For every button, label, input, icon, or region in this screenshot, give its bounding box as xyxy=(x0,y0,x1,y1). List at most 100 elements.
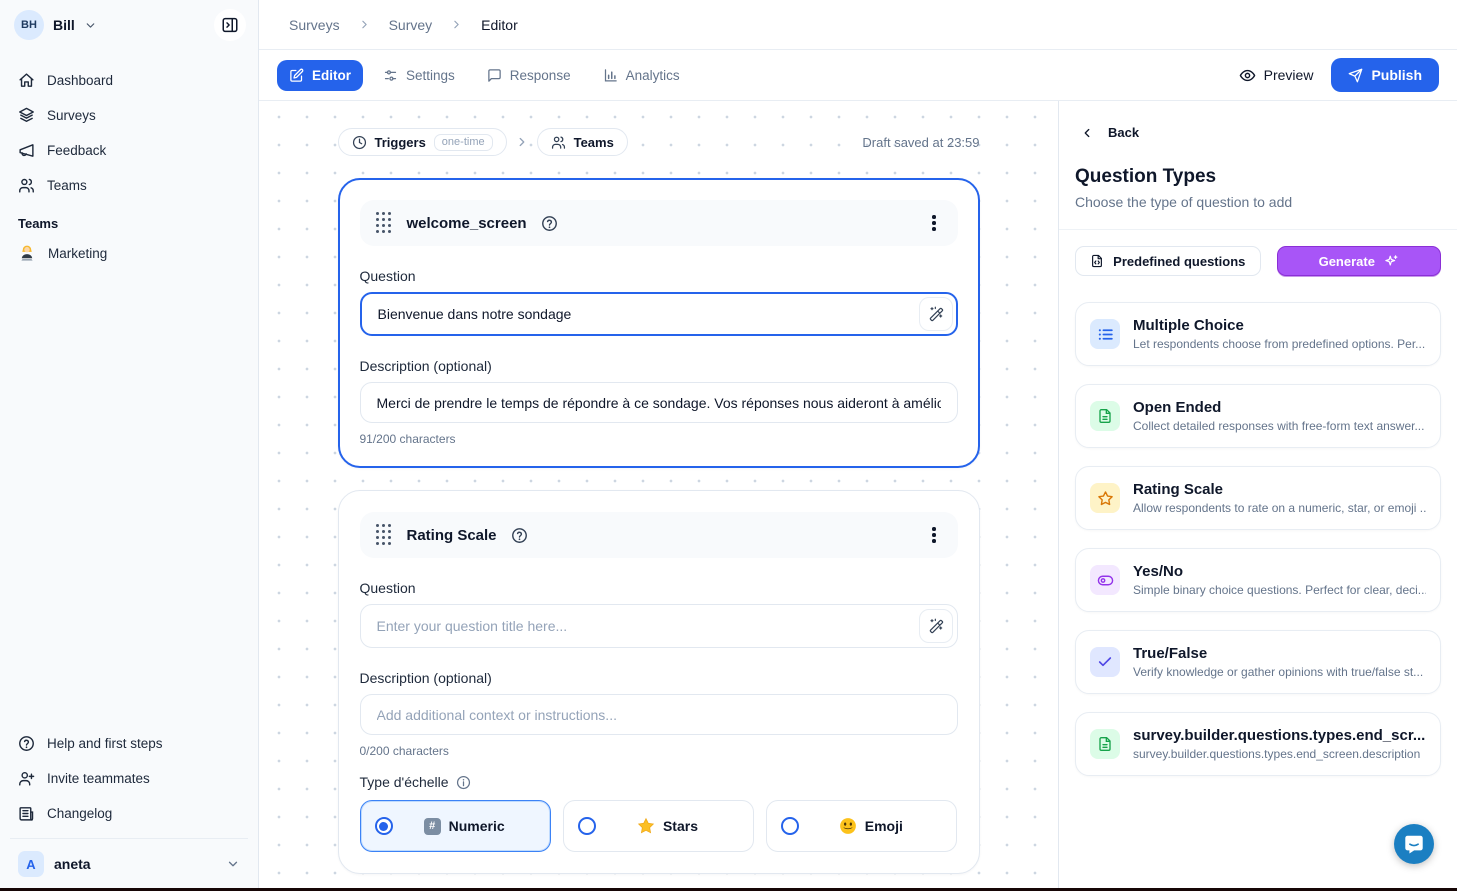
scale-option-numeric[interactable]: # Numeric xyxy=(360,800,551,852)
question-type-description: Verify knowledge or gather opinions with… xyxy=(1133,665,1423,679)
tab-label: Response xyxy=(510,68,571,83)
sidebar-item-teams[interactable]: Teams xyxy=(10,169,248,202)
card-menu-button[interactable] xyxy=(926,209,942,237)
newspaper-icon xyxy=(18,805,35,822)
help-circle-icon[interactable] xyxy=(541,215,558,232)
help-circle-icon xyxy=(18,735,35,752)
question-type-title: Rating Scale xyxy=(1133,481,1426,498)
sidebar-item-changelog[interactable]: Changelog xyxy=(10,797,248,830)
ai-rewrite-button[interactable] xyxy=(919,609,953,643)
sliders-icon xyxy=(383,68,398,83)
workspace-switcher[interactable]: BH Bill xyxy=(0,0,258,50)
help-circle-icon[interactable] xyxy=(511,527,528,544)
predefined-questions-button[interactable]: Predefined questions xyxy=(1075,246,1261,276)
question-type-true-false[interactable]: True/False Verify knowledge or gather op… xyxy=(1075,630,1441,694)
drag-handle-icon[interactable] xyxy=(376,524,393,547)
breadcrumb-editor: Editor xyxy=(481,17,518,33)
question-type-title: Open Ended xyxy=(1133,399,1424,416)
workspace-avatar: BH xyxy=(14,10,44,40)
question-type-title: survey.builder.questions.types.end_scr..… xyxy=(1133,727,1425,744)
drag-handle-icon[interactable] xyxy=(376,212,393,235)
main-column: Surveys Survey Editor Editor Settings Re… xyxy=(259,0,1457,891)
question-type-description: Allow respondents to rate on a numeric, … xyxy=(1133,501,1426,515)
question-type-description: Let respondents choose from predefined o… xyxy=(1133,337,1425,351)
question-title-input[interactable] xyxy=(360,292,958,336)
card-menu-button[interactable] xyxy=(926,521,942,549)
sidebar-item-dashboard[interactable]: Dashboard xyxy=(10,64,248,97)
question-type-title: Multiple Choice xyxy=(1133,317,1425,334)
question-type-description: survey.builder.questions.types.end_scree… xyxy=(1133,747,1425,761)
triggers-chip[interactable]: Triggers one-time xyxy=(338,128,507,156)
question-type-open-ended[interactable]: Open Ended Collect detailed responses wi… xyxy=(1075,384,1441,448)
question-title-input[interactable] xyxy=(360,604,958,648)
bar-chart-icon xyxy=(603,68,618,83)
scale-option-stars[interactable]: Stars xyxy=(563,800,754,852)
message-icon xyxy=(487,68,502,83)
generate-button[interactable]: Generate xyxy=(1277,246,1441,276)
user-avatar: A xyxy=(18,851,44,877)
sidebar-item-help[interactable]: Help and first steps xyxy=(10,727,248,760)
sidebar: BH Bill Dashboard Surveys Feedback T xyxy=(0,0,259,891)
user-menu[interactable]: A aneta xyxy=(10,838,248,891)
sidebar-item-label: Dashboard xyxy=(47,73,113,88)
sidebar-item-invite[interactable]: Invite teammates xyxy=(10,762,248,795)
chat-widget-button[interactable] xyxy=(1394,824,1434,864)
question-type-multiple-choice[interactable]: Multiple Choice Let respondents choose f… xyxy=(1075,302,1441,366)
ai-rewrite-button[interactable] xyxy=(919,297,953,331)
breadcrumb-surveys[interactable]: Surveys xyxy=(289,17,340,33)
users-icon xyxy=(551,135,566,150)
tab-label: Settings xyxy=(406,68,455,83)
info-icon[interactable] xyxy=(456,775,471,790)
magic-wand-icon xyxy=(928,306,944,322)
preview-button[interactable]: Preview xyxy=(1239,67,1314,84)
tab-analytics[interactable]: Analytics xyxy=(591,60,692,91)
question-type-title: True/False xyxy=(1133,645,1423,662)
question-type-yes-no[interactable]: Yes/No Simple binary choice questions. P… xyxy=(1075,548,1441,612)
question-card-welcome-screen[interactable]: welcome_screen Question xyxy=(338,178,980,468)
teams-chip[interactable]: Teams xyxy=(537,128,628,156)
question-description-input[interactable] xyxy=(360,694,958,735)
magic-wand-icon xyxy=(928,618,944,634)
sidebar-item-label: Help and first steps xyxy=(47,736,163,751)
publish-button[interactable]: Publish xyxy=(1331,58,1439,92)
char-counter: 91/200 characters xyxy=(360,432,958,446)
trigger-type-badge: one-time xyxy=(434,134,493,151)
radio-icon xyxy=(578,817,596,835)
panel-title: Question Types xyxy=(1075,166,1441,188)
breadcrumb-survey[interactable]: Survey xyxy=(389,17,433,33)
chevron-down-icon xyxy=(226,857,240,871)
tab-response[interactable]: Response xyxy=(475,60,583,91)
chevron-right-icon xyxy=(515,135,529,149)
teams-section-label: Teams xyxy=(10,204,248,237)
tab-settings[interactable]: Settings xyxy=(371,60,467,91)
edit-icon xyxy=(289,68,304,83)
user-name: aneta xyxy=(54,856,91,872)
sidebar-item-feedback[interactable]: Feedback xyxy=(10,134,248,167)
sidebar-collapse-button[interactable] xyxy=(214,9,246,41)
sidebar-item-label: Teams xyxy=(47,178,87,193)
star-emoji xyxy=(637,817,655,835)
preview-label: Preview xyxy=(1264,67,1314,83)
char-counter: 0/200 characters xyxy=(360,744,958,758)
question-description-input[interactable] xyxy=(360,382,958,423)
back-label: Back xyxy=(1108,125,1139,140)
question-type-end-screen[interactable]: survey.builder.questions.types.end_scr..… xyxy=(1075,712,1441,776)
scale-type-label-row: Type d'échelle xyxy=(360,774,958,790)
sidebar-item-label: Surveys xyxy=(47,108,96,123)
breadcrumb: Surveys Survey Editor xyxy=(259,0,1457,50)
description-field-label: Description (optional) xyxy=(360,358,958,374)
back-button[interactable]: Back xyxy=(1075,125,1441,140)
question-card-rating-scale[interactable]: Rating Scale Question xyxy=(338,490,980,874)
scale-option-emoji[interactable]: Emoji xyxy=(766,800,957,852)
editor-canvas: Triggers one-time Teams Draft saved at 2… xyxy=(259,101,1058,891)
sidebar-item-surveys[interactable]: Surveys xyxy=(10,99,248,132)
generate-label: Generate xyxy=(1319,254,1375,269)
users-icon xyxy=(18,177,35,194)
question-type-description: Collect detailed responses with free-for… xyxy=(1133,419,1424,433)
sidebar-team-marketing[interactable]: Marketing xyxy=(10,237,248,269)
question-type-rating-scale[interactable]: Rating Scale Allow respondents to rate o… xyxy=(1075,466,1441,530)
tab-editor[interactable]: Editor xyxy=(277,60,363,91)
chevron-right-icon xyxy=(450,18,463,31)
panel-right-icon xyxy=(221,16,239,34)
megaphone-icon xyxy=(18,142,35,159)
